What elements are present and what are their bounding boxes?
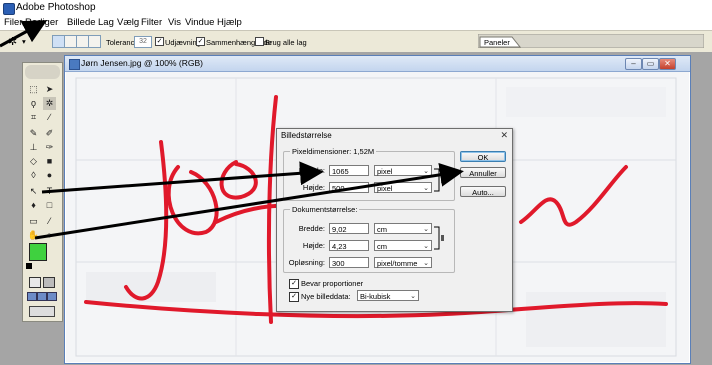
annotation-arrows [0,20,464,240]
arrow-to-cancel-button [34,162,464,240]
arrow-to-width-field [41,161,324,194]
arrow-to-menu [0,20,48,48]
